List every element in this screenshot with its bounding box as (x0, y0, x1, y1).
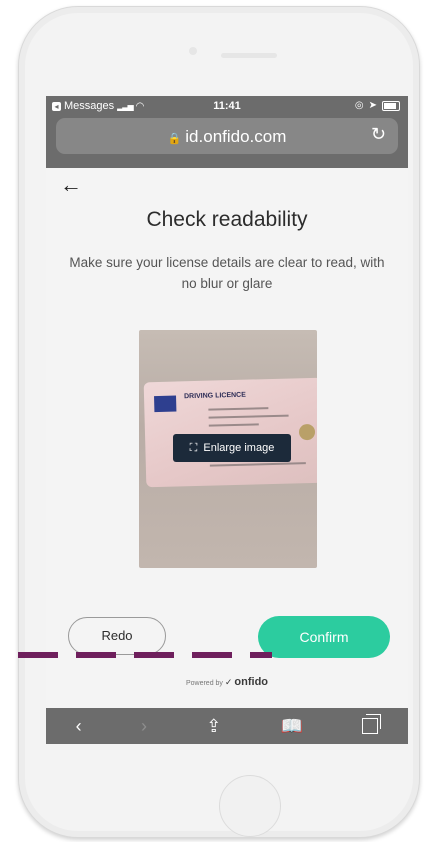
browser-toolbar: ‹ › ⇪ 📖 (46, 708, 408, 744)
verification-page: ← Check readability Make sure your licen… (46, 168, 408, 708)
redo-button[interactable]: Redo (68, 617, 166, 655)
annotation-dash (192, 652, 232, 658)
enlarge-image-button[interactable]: ⛶ Enlarge image (173, 434, 291, 462)
orientation-lock-icon: ◎ (354, 100, 364, 111)
forward-icon[interactable]: › (141, 716, 147, 737)
status-bar: ◂ Messages ▂▃▅ ◠ 11:41 ◎ ➤ (46, 96, 408, 116)
eu-flag-icon (154, 395, 177, 413)
powered-by-footer: Powered by ✓ onfido (46, 676, 408, 688)
licence-text-line (208, 407, 269, 411)
url-display[interactable]: 🔒 id.onfido.com (56, 127, 398, 147)
share-icon[interactable]: ⇪ (206, 716, 221, 737)
annotation-dash (250, 652, 272, 658)
licence-title: DRIVING LICENCE (183, 391, 246, 401)
licence-text-line (208, 414, 289, 419)
status-right: ◎ ➤ (355, 100, 400, 111)
onfido-mark-icon: ✓ (224, 677, 233, 687)
location-icon: ➤ (368, 100, 377, 111)
browser-header: ◂ Messages ▂▃▅ ◠ 11:41 ◎ ➤ 🔒 id.onfido.co… (46, 96, 408, 168)
earpiece-speaker (221, 53, 277, 58)
home-button[interactable] (219, 775, 281, 837)
powered-by-label: Powered by (185, 680, 223, 687)
status-time: 11:41 (213, 100, 241, 112)
document-photo[interactable]: DRIVING LICENCE ⛶ Enlarge image (139, 330, 317, 568)
page-subtitle: Make sure your license details are clear… (69, 255, 385, 291)
onfido-logo: onfido (234, 676, 269, 688)
enlarge-image-label: Enlarge image (203, 442, 275, 454)
url-bar[interactable]: 🔒 id.onfido.com ↻ (56, 118, 398, 154)
driving-licence-card: DRIVING LICENCE (143, 377, 317, 488)
expand-icon: ⛶ (189, 441, 198, 454)
licence-seal-icon (298, 423, 316, 441)
front-camera (189, 47, 197, 55)
lock-icon: 🔒 (167, 133, 182, 145)
annotation-dash (134, 652, 174, 658)
bookmarks-icon[interactable]: 📖 (281, 716, 303, 737)
confirm-button[interactable]: Confirm (258, 616, 390, 658)
battery-icon (382, 100, 400, 111)
back-arrow-icon[interactable]: ← (60, 172, 82, 198)
page-title: Check readability (146, 208, 308, 231)
annotation-dash (18, 652, 58, 658)
back-icon[interactable]: ‹ (76, 716, 82, 737)
annotation-dash (76, 652, 116, 658)
reload-icon[interactable]: ↻ (371, 124, 386, 145)
phone-screen: ◂ Messages ▂▃▅ ◠ 11:41 ◎ ➤ 🔒 id.onfido.co… (46, 96, 408, 744)
url-text: id.onfido.com (185, 127, 287, 146)
licence-text-line (208, 423, 259, 427)
licence-text-line (209, 462, 306, 467)
tabs-icon[interactable] (362, 714, 382, 734)
